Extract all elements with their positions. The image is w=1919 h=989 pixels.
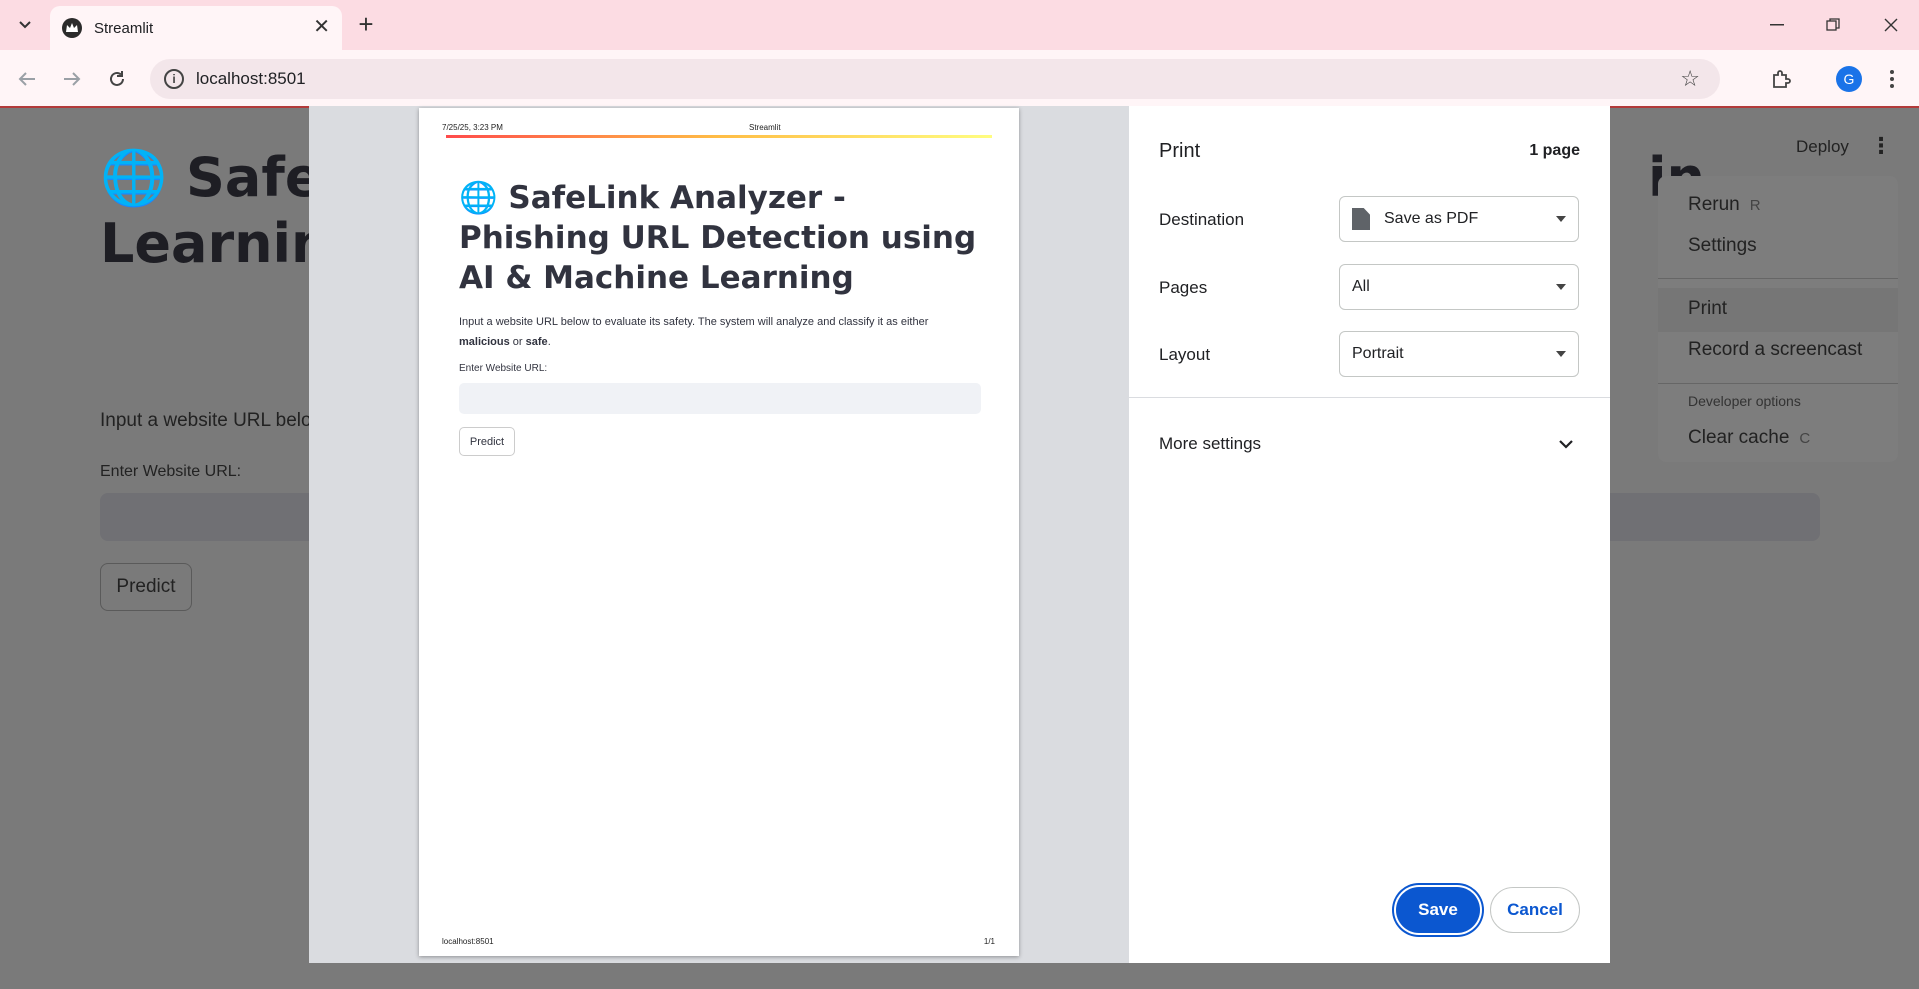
pages-select[interactable]: All (1339, 264, 1579, 310)
preview-desc-or: or (509, 336, 526, 348)
menu-rerun-shortcut: R (1749, 197, 1761, 214)
preview-url-label: Enter Website URL: (459, 363, 548, 374)
destination-label: Destination (1159, 210, 1245, 229)
preview-desc-safe: safe (525, 336, 548, 348)
preview-predict-button: Predict (459, 427, 515, 456)
preview-header-title: Streamlit (749, 123, 781, 132)
preview-decoration-bar (446, 135, 992, 138)
cancel-button[interactable]: Cancel (1490, 887, 1580, 933)
dropdown-caret-icon (1556, 216, 1566, 222)
tab-strip: Streamlit ✕ + (0, 0, 1919, 50)
site-info-icon[interactable]: i (164, 69, 184, 89)
print-preview-page: 7/25/25, 3:23 PM Streamlit 🌐 SafeLink An… (419, 108, 1019, 956)
print-dialog: 7/25/25, 3:23 PM Streamlit 🌐 SafeLink An… (309, 106, 1610, 963)
preview-url-input (459, 383, 981, 414)
menu-divider (1658, 383, 1898, 384)
settings-divider (1129, 397, 1610, 398)
browser-toolbar: i localhost:8501 ☆ G (0, 50, 1919, 108)
destination-select[interactable]: Save as PDF (1339, 196, 1579, 242)
app-predict-button[interactable]: Predict (100, 563, 192, 611)
forward-arrow-icon[interactable] (57, 64, 87, 94)
print-settings-panel: Print 1 page Destination Save as PDF Pag… (1129, 106, 1610, 963)
browser-menu-kebab-icon[interactable] (1877, 64, 1907, 94)
app-description: Input a website URL belo (100, 410, 312, 431)
menu-clear-cache-label: Clear cache (1688, 427, 1790, 448)
new-tab-plus-icon[interactable]: + (352, 11, 380, 39)
print-preview-area: 7/25/25, 3:23 PM Streamlit 🌐 SafeLink An… (309, 106, 1129, 963)
pages-value: All (1352, 278, 1370, 295)
menu-divider (1658, 278, 1898, 279)
menu-rerun-label: Rerun (1688, 194, 1740, 215)
menu-item-settings[interactable]: Settings (1688, 235, 1757, 257)
destination-value: Save as PDF (1384, 210, 1479, 227)
browser-tab[interactable]: Streamlit ✕ (50, 6, 342, 50)
preview-description: Input a website URL below to evaluate it… (459, 312, 979, 352)
preview-desc-malicious: malicious (459, 336, 510, 348)
layout-select[interactable]: Portrait (1339, 331, 1579, 377)
tab-title: Streamlit (94, 19, 154, 37)
chevron-down-icon[interactable] (1556, 434, 1576, 454)
app-menu-kebab-icon[interactable]: ⋮ (1870, 133, 1892, 159)
print-dialog-title: Print (1159, 140, 1201, 162)
dropdown-caret-icon (1556, 284, 1566, 290)
deploy-button[interactable]: Deploy (1796, 137, 1849, 157)
more-settings-toggle[interactable]: More settings (1159, 434, 1261, 454)
dropdown-caret-icon (1556, 351, 1566, 357)
preview-desc-text: Input a website URL below to evaluate it… (459, 316, 929, 328)
tab-close-icon[interactable]: ✕ (313, 17, 330, 37)
layout-label: Layout (1159, 345, 1211, 364)
url-text: localhost:8501 (196, 69, 306, 88)
menu-item-print[interactable]: Print (1688, 298, 1727, 320)
profile-avatar[interactable]: G (1836, 66, 1862, 92)
menu-developer-options-heading: Developer options (1688, 393, 1801, 409)
close-window-icon[interactable] (1876, 10, 1906, 40)
back-arrow-icon[interactable] (12, 64, 42, 94)
app-main-menu: Rerun R Settings Print Record a screencas… (1658, 176, 1898, 462)
pages-label: Pages (1159, 278, 1208, 297)
menu-item-rerun[interactable]: Rerun R (1688, 194, 1761, 216)
restore-icon[interactable] (1818, 10, 1848, 40)
preview-footer-page-number: 1/1 (983, 937, 995, 946)
pdf-document-icon (1352, 208, 1370, 230)
menu-item-clear-cache[interactable]: Clear cache C (1688, 427, 1810, 449)
reload-icon[interactable] (102, 64, 132, 94)
streamlit-crown-icon (62, 18, 82, 38)
menu-item-record-screencast[interactable]: Record a screencast (1688, 339, 1862, 361)
preview-desc-end: . (547, 336, 551, 348)
print-page-count: 1 page (1529, 142, 1580, 159)
app-url-label: Enter Website URL: (100, 463, 242, 480)
menu-clear-cache-shortcut: C (1799, 430, 1811, 447)
save-button[interactable]: Save (1396, 887, 1480, 933)
preview-footer-url: localhost:8501 (442, 937, 494, 946)
layout-value: Portrait (1352, 345, 1404, 362)
preview-header-date: 7/25/25, 3:23 PM (442, 123, 503, 132)
tab-search-chevron-icon[interactable] (10, 10, 40, 40)
bookmark-star-icon[interactable]: ☆ (1680, 66, 1700, 92)
minimize-icon[interactable] (1762, 10, 1792, 40)
extensions-puzzle-icon[interactable] (1766, 64, 1796, 94)
preview-page-title: 🌐 SafeLink Analyzer - Phishing URL Detec… (459, 180, 977, 296)
address-bar[interactable]: i localhost:8501 ☆ (150, 59, 1720, 99)
